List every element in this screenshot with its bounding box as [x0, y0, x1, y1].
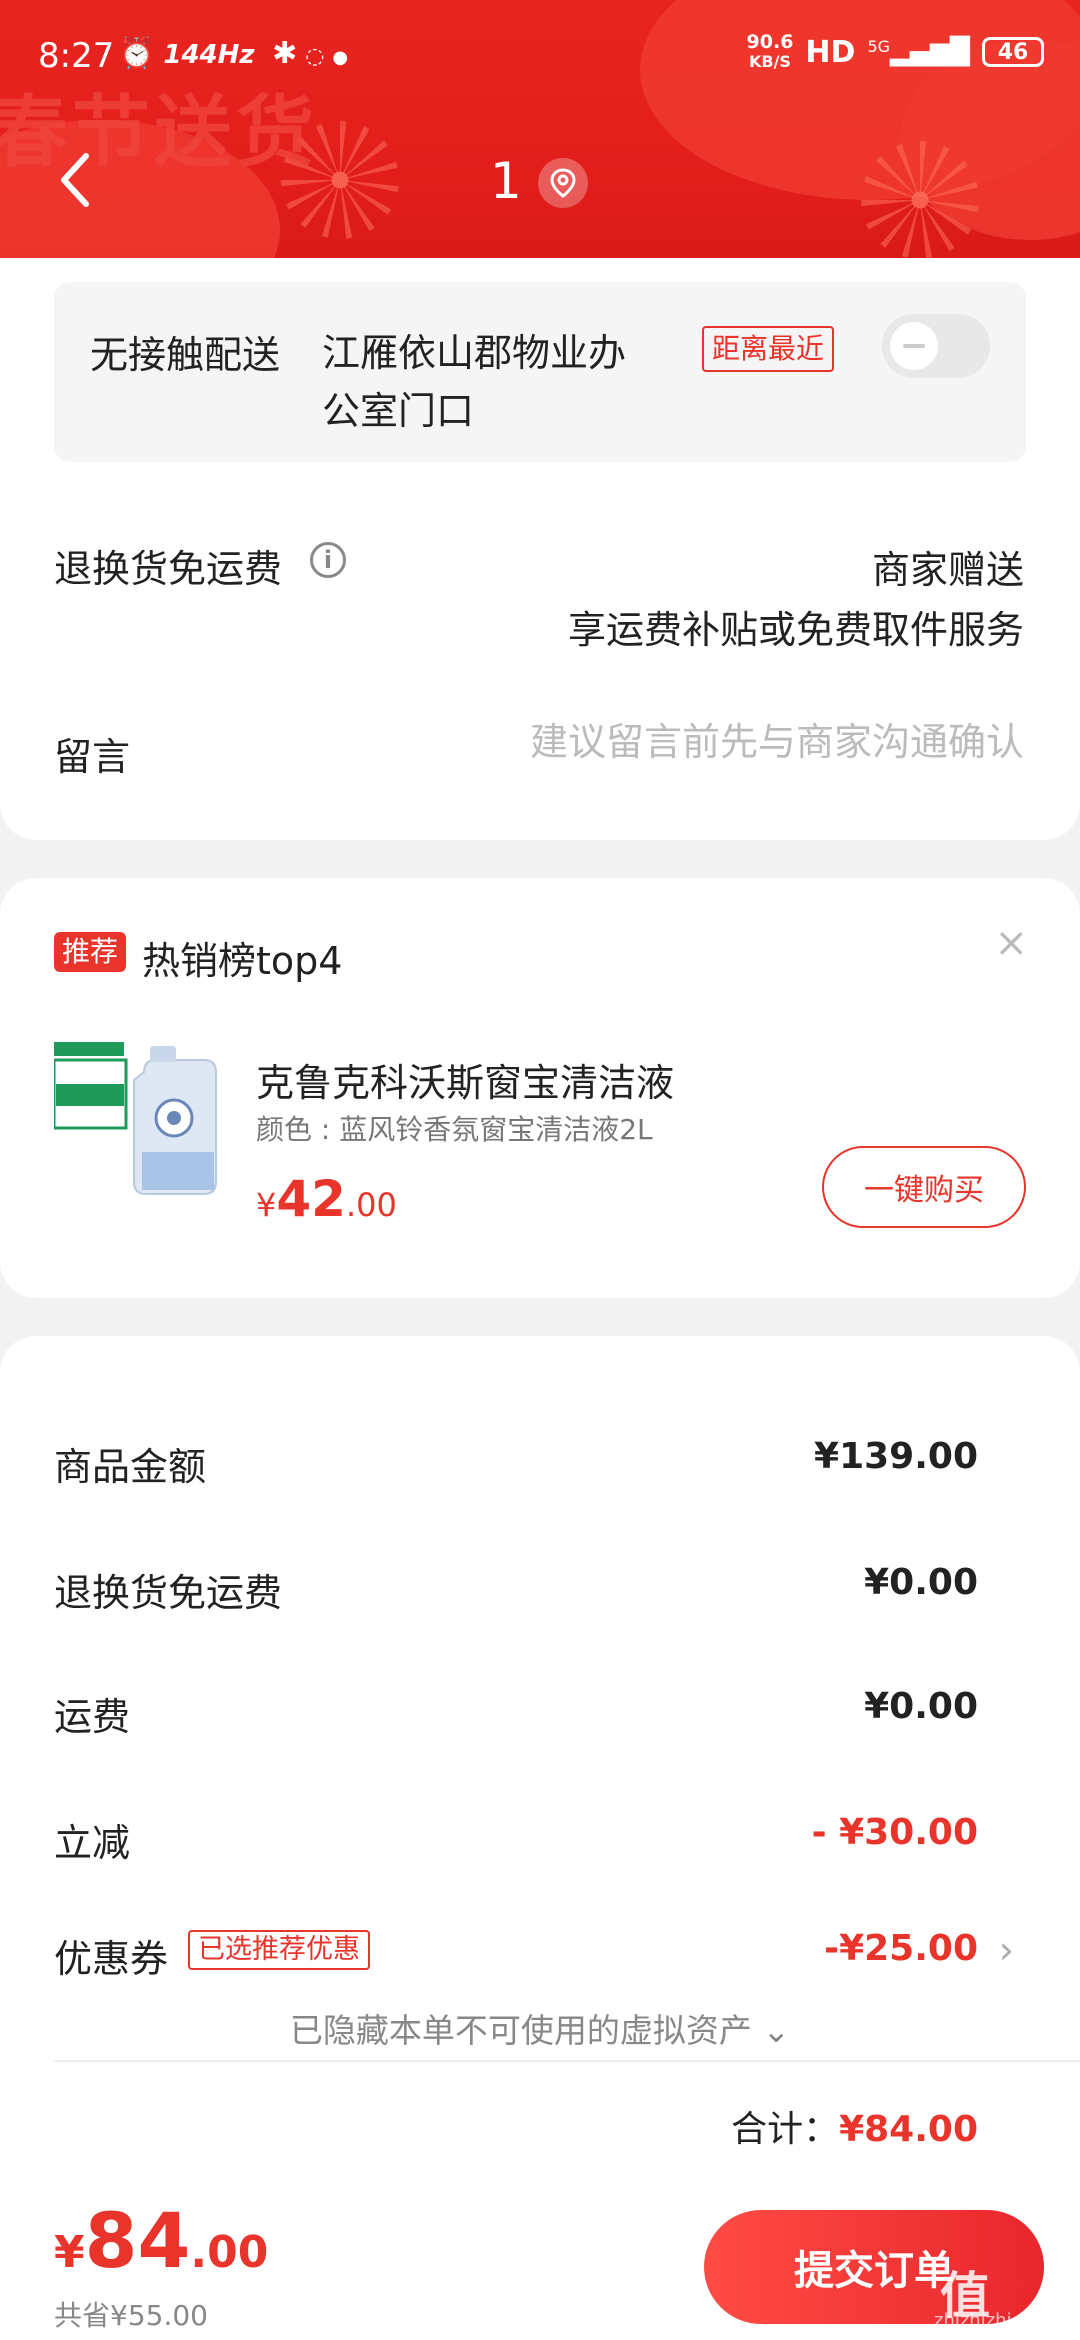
chevron-down-icon: ⌄	[762, 2011, 791, 2050]
fee-label: 运费	[54, 1695, 131, 1739]
page-title: 1	[490, 152, 522, 210]
product-bottle-icon	[52, 1042, 217, 1195]
location-pin-icon	[550, 168, 576, 198]
battery-icon: 46	[982, 37, 1044, 67]
delivery-option[interactable]: 无接触配送 江雁依山郡物业办公室门口 距离最近	[54, 282, 1026, 462]
status-right: 90.6 KB/S HD 5G▂▄▆█ 46	[747, 32, 1044, 72]
hd-indicator: HD	[805, 34, 856, 70]
one-click-buy-button[interactable]: 一键购买	[822, 1146, 1026, 1228]
back-button[interactable]	[56, 150, 96, 210]
product-price: ¥42.00	[256, 1170, 397, 1228]
fee-value: ¥139.00	[814, 1436, 978, 1477]
refresh-rate: 144Hz	[163, 40, 255, 70]
message-input[interactable]	[424, 720, 1024, 764]
location-button[interactable]	[538, 158, 588, 208]
fee-label: 优惠券	[54, 1937, 169, 1981]
return-shipping-label: 退换货免运费	[54, 547, 283, 591]
hidden-assets-toggle[interactable]: 已隐藏本单不可使用的虚拟资产 ⌄	[0, 2004, 1080, 2052]
saved-amount: 共省¥55.00	[54, 2299, 208, 2332]
back-arrow-icon	[61, 153, 89, 207]
recommend-title: 热销榜top4	[142, 939, 343, 983]
product-name[interactable]: 克鲁克科沃斯窗宝清洁液	[256, 1052, 674, 1107]
delivery-toggle[interactable]	[882, 314, 990, 378]
info-icon[interactable]: i	[310, 542, 346, 578]
bluetooth-icon: ✱	[272, 36, 306, 71]
watermark-site: zhizhizhi.com	[934, 2310, 1056, 2331]
message-label: 留言	[54, 735, 131, 779]
dot-icon: ●	[332, 47, 357, 68]
fee-value: -¥25.00	[824, 1928, 978, 1969]
status-bar: 8:27 ⏰144Hz ✱◌● 90.6 KB/S HD 5G▂▄▆█ 46	[0, 0, 1080, 110]
recommend-card: 推荐 热销榜top4 × 克鲁克科沃斯窗宝清洁液 颜色 : 蓝风铃香氛窗宝清洁液…	[0, 878, 1080, 1298]
status-icons: ⏰144Hz ✱◌●	[118, 36, 356, 71]
signal-icon: 5G▂▄▆█	[867, 37, 970, 67]
delivery-label: 无接触配送	[90, 333, 281, 377]
status-time: 8:27	[38, 36, 115, 76]
divider	[54, 2060, 1080, 2062]
close-icon[interactable]: ×	[994, 920, 1028, 966]
bottom-bar: ¥84.00 共省¥55.00 提交订单	[0, 2190, 1080, 2340]
fee-value: ¥0.00	[864, 1562, 978, 1603]
return-shipping-desc: 商家赠送 享运费补贴或免费取件服务	[567, 548, 1024, 652]
chevron-right-icon: ›	[998, 1928, 1014, 1972]
header-banner: 春节送货 8:27 ⏰144Hz ✱◌● 90.6 KB/S HD 5G▂▄▆█…	[0, 0, 1080, 258]
recommend-badge: 推荐	[54, 932, 127, 972]
submit-order-button[interactable]: 提交订单	[704, 2210, 1044, 2324]
fee-value: - ¥30.00	[811, 1812, 978, 1853]
eye-icon: ◌	[305, 44, 333, 69]
fee-value: ¥0.00	[864, 1686, 978, 1727]
delivery-card: 无接触配送 江雁依山郡物业办公室门口 距离最近 退换货免运费 i 商家赠送 享运…	[0, 258, 1080, 840]
fee-label: 立减	[54, 1821, 131, 1865]
order-total-price: ¥84.00	[54, 2196, 269, 2285]
alarm-icon: ⏰	[118, 36, 164, 71]
total-amount: 合计：¥84.00	[731, 2109, 978, 2150]
toggle-knob	[890, 322, 938, 370]
delivery-address: 江雁依山郡物业办公室门口	[322, 331, 627, 433]
product-image[interactable]	[52, 1032, 234, 1212]
fee-label: 商品金额	[54, 1445, 207, 1489]
net-speed: 90.6 KB/S	[746, 31, 794, 71]
product-spec: 颜色 : 蓝风铃香氛窗宝清洁液2L	[256, 1113, 653, 1146]
firework-decoration	[860, 140, 980, 258]
coupon-tag: 已选推荐优惠	[188, 1930, 370, 1970]
fee-summary-card: 商品金额 ¥139.00 退换货免运费 ¥0.00 运费 ¥0.00 立减 - …	[0, 1336, 1080, 2190]
fee-label: 退换货免运费	[54, 1571, 283, 1615]
nearest-tag: 距离最近	[702, 326, 835, 372]
